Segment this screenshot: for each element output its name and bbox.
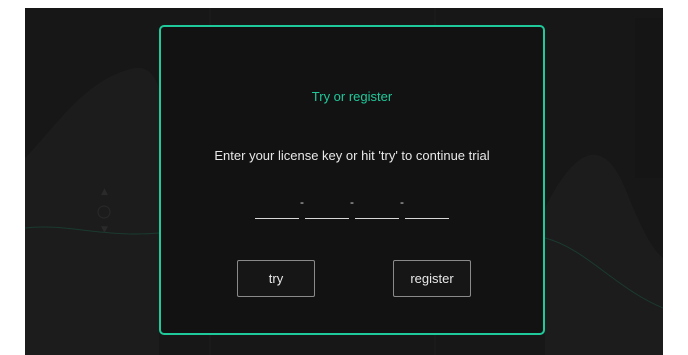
svg-text:▼: ▼ — [101, 225, 108, 235]
license-key-segment-3[interactable] — [355, 201, 399, 219]
license-key-segment-2[interactable] — [305, 201, 349, 219]
license-key-input-group: - - - — [255, 195, 455, 223]
dialog-title: Try or register — [311, 89, 393, 104]
dialog-message: Enter your license key or hit 'try' to c… — [214, 148, 490, 163]
license-key-segment-1[interactable] — [255, 201, 299, 219]
license-dialog: Try or register Enter your license key o… — [159, 25, 545, 335]
try-button[interactable]: try — [237, 260, 315, 297]
license-key-segment-4[interactable] — [405, 201, 449, 219]
svg-text:▲: ▲ — [101, 187, 108, 197]
register-button[interactable]: register — [393, 260, 471, 297]
plugin-window: ▲ ▼ Try or register Enter your license k… — [25, 8, 663, 355]
